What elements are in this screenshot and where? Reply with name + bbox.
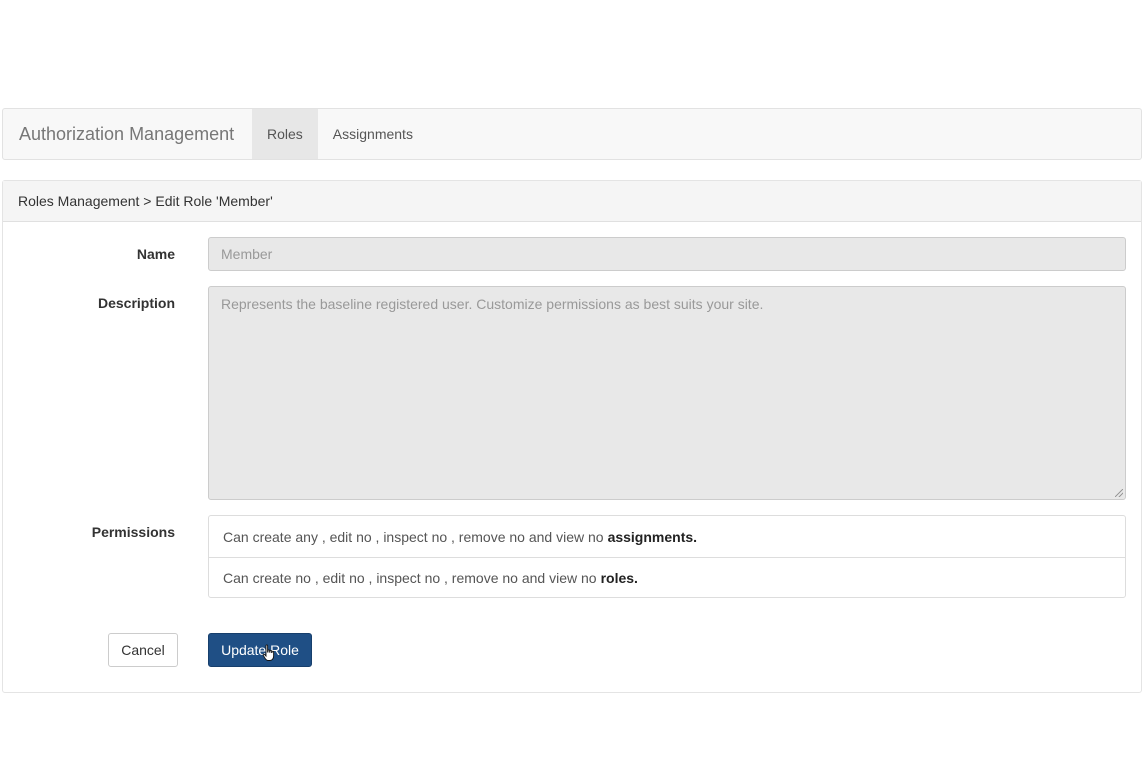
list-item: Can create no , edit no , inspect no , r…: [209, 557, 1125, 598]
hand-pointer-icon: [262, 644, 275, 661]
update-role-button[interactable]: Update Role: [208, 633, 312, 667]
description-label: Description: [97, 295, 175, 311]
resize-grip-icon[interactable]: [1115, 489, 1123, 497]
list-item: Can create any , edit no , inspect no , …: [209, 516, 1125, 557]
permissions-list: Can create any , edit no , inspect no , …: [208, 515, 1126, 598]
permission-text: Can create any , edit no , inspect no , …: [223, 528, 604, 545]
breadcrumb: Roles Management > Edit Role 'Member': [3, 181, 1141, 222]
name-input[interactable]: Member: [208, 237, 1126, 271]
name-label: Name: [136, 246, 175, 262]
cancel-button[interactable]: Cancel: [108, 633, 178, 667]
permission-entity: roles.: [600, 570, 638, 586]
nav-item-assignments[interactable]: Assignments: [318, 109, 428, 159]
description-textarea[interactable]: Represents the baseline registered user.…: [208, 286, 1126, 500]
top-navbar: Authorization Management Roles Assignmen…: [2, 108, 1142, 160]
nav-item-roles[interactable]: Roles: [252, 109, 318, 159]
permissions-label: Permissions: [91, 524, 175, 540]
permission-entity: assignments.: [607, 528, 698, 545]
permission-text: Can create no , edit no , inspect no , r…: [223, 570, 597, 586]
edit-role-panel: Roles Management > Edit Role 'Member' Na…: [2, 180, 1142, 693]
description-value: Represents the baseline registered user.…: [221, 296, 764, 312]
navbar-brand[interactable]: Authorization Management: [3, 109, 252, 159]
name-value: Member: [221, 246, 273, 262]
